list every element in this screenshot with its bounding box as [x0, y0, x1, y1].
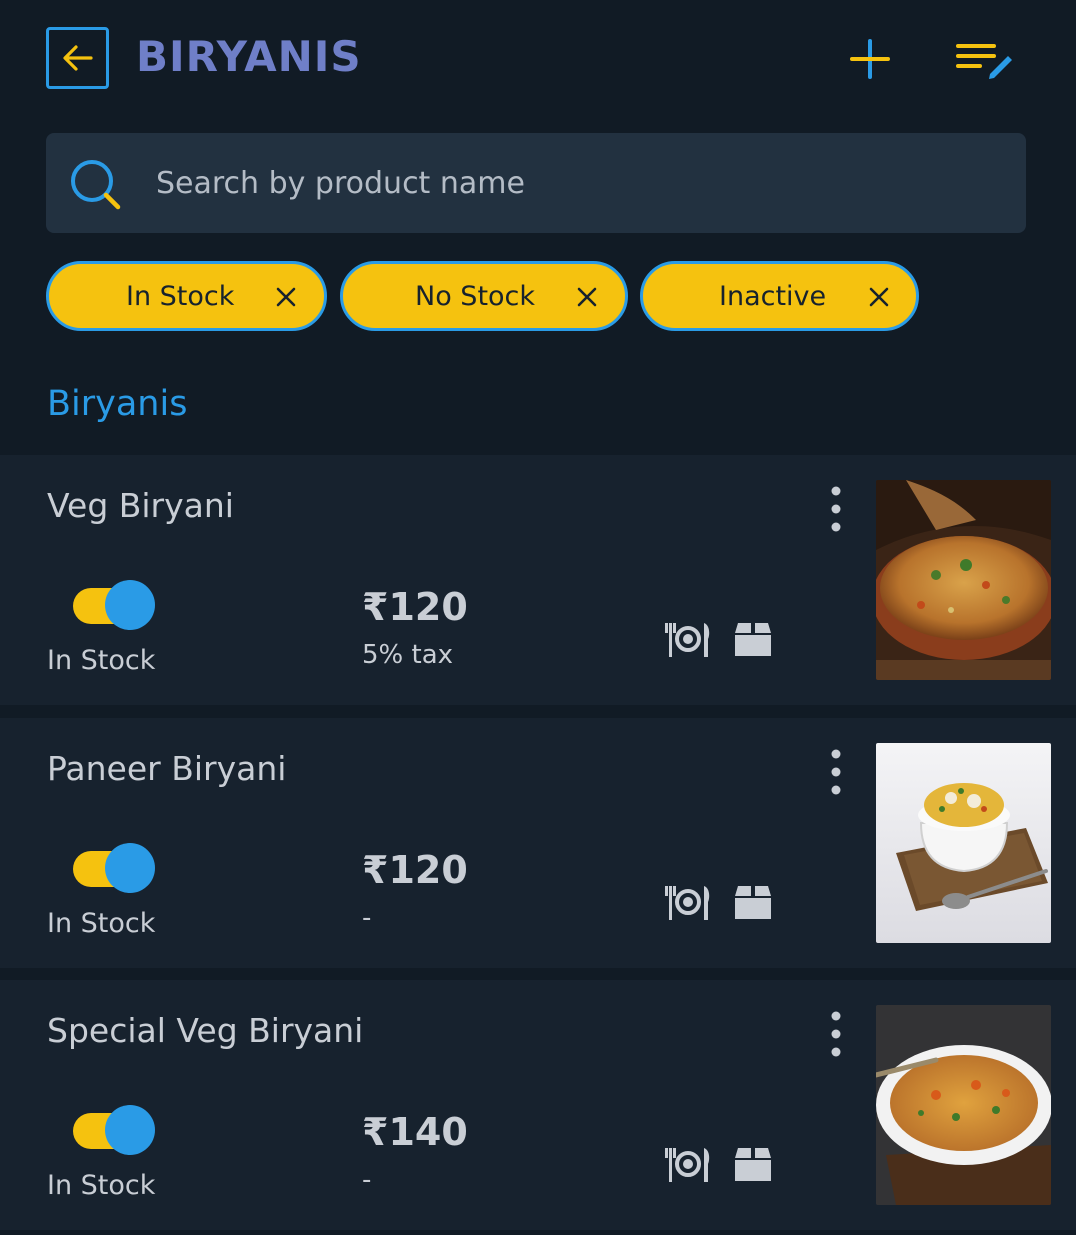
stock-toggle[interactable]: [73, 580, 157, 632]
filter-chip-inactive[interactable]: Inactive: [640, 261, 919, 331]
dine-in-icon: [665, 886, 710, 920]
dine-in-icon: [665, 623, 710, 657]
product-card[interactable]: Special Veg Biryani In Stock ₹140 -: [0, 980, 1076, 1230]
section-title: Biryanis: [47, 384, 188, 424]
filter-chip-label: No Stock: [415, 281, 536, 312]
search-icon: [71, 160, 121, 210]
filter-chip-label: In Stock: [126, 281, 235, 312]
close-icon[interactable]: [868, 286, 890, 308]
product-image: [876, 743, 1051, 943]
box-icon: [735, 886, 771, 919]
edit-list-icon: [956, 44, 1012, 79]
product-name: Paneer Biryani: [47, 749, 287, 788]
dine-in-icon: [665, 1148, 710, 1182]
stock-toggle[interactable]: [73, 843, 157, 895]
toggle-knob: [105, 843, 155, 893]
product-tax: -: [362, 903, 372, 933]
toggle-knob: [105, 1105, 155, 1155]
product-price: ₹120: [362, 585, 468, 629]
product-price: ₹120: [362, 848, 468, 892]
box-icon: [735, 1148, 771, 1181]
edit-list-button[interactable]: [954, 40, 1016, 80]
page-title: BIRYANIS: [136, 32, 362, 81]
back-button[interactable]: [46, 27, 109, 89]
app: BIRYANIS In Stock No Stock: [0, 0, 1076, 1235]
more-vertical-icon[interactable]: [822, 485, 850, 533]
close-icon[interactable]: [576, 286, 598, 308]
filter-chip-in-stock[interactable]: In Stock: [46, 261, 327, 331]
product-image: [876, 1005, 1051, 1205]
product-tax: -: [362, 1165, 372, 1195]
stock-status: In Stock: [47, 1170, 156, 1201]
product-price: ₹140: [362, 1110, 468, 1154]
more-vertical-icon[interactable]: [822, 1010, 850, 1058]
filter-chip-label: Inactive: [719, 281, 827, 312]
add-product-button[interactable]: [848, 37, 892, 81]
search-input[interactable]: [156, 153, 996, 213]
filter-chip-no-stock[interactable]: No Stock: [340, 261, 628, 331]
close-icon[interactable]: [275, 286, 297, 308]
more-vertical-icon[interactable]: [822, 748, 850, 796]
stock-status: In Stock: [47, 908, 156, 939]
search-bar: [46, 133, 1026, 233]
product-name: Special Veg Biryani: [47, 1011, 364, 1050]
product-card[interactable]: Veg Biryani In Stock ₹120 5% tax: [0, 455, 1076, 705]
toggle-knob: [105, 580, 155, 630]
stock-toggle[interactable]: [73, 1105, 157, 1157]
box-icon: [735, 623, 771, 656]
product-name: Veg Biryani: [47, 486, 234, 525]
product-tax: 5% tax: [362, 640, 454, 670]
arrow-left-icon: [62, 45, 93, 71]
product-image: [876, 480, 1051, 680]
stock-status: In Stock: [47, 645, 156, 676]
plus-icon: [850, 39, 890, 79]
header: BIRYANIS: [0, 0, 1076, 120]
product-card[interactable]: Paneer Biryani In Stock ₹120 -: [0, 718, 1076, 968]
